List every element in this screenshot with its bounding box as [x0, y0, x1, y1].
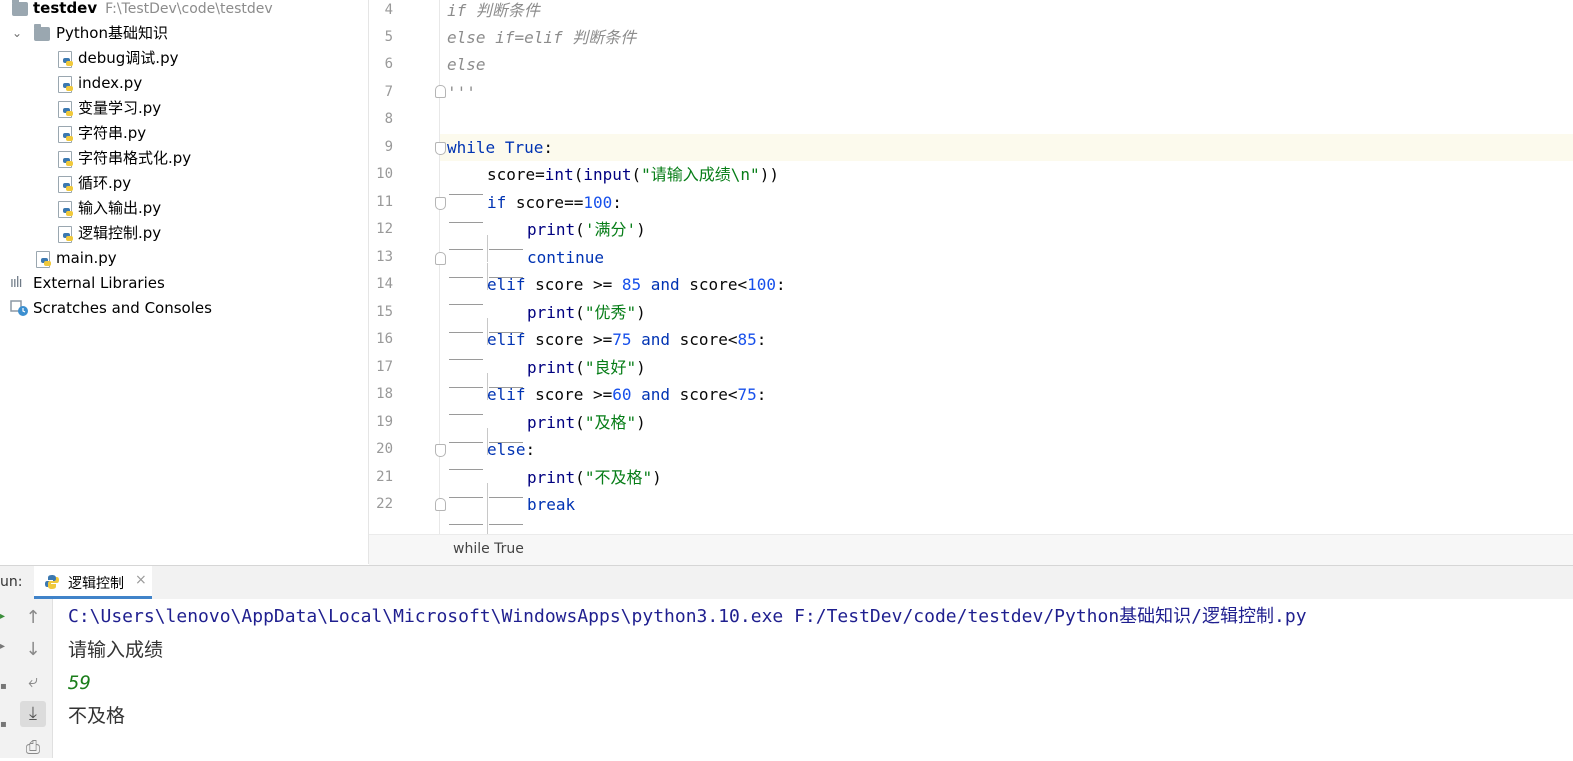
python-file-icon [58, 101, 73, 118]
line-number: 19 [376, 414, 393, 430]
python-icon [45, 575, 59, 589]
file-label: debug调试.py [78, 49, 179, 67]
file-label: 输入输出.py [78, 199, 162, 217]
project-tool-window: testdev F:\TestDev\code\testdev ⌄ Python基… [0, 0, 369, 564]
line-number: 9 [384, 139, 393, 155]
line-number: 4 [384, 2, 393, 18]
code-line-14[interactable]: elif score >= 85 and score<100: [447, 271, 786, 305]
breadcrumb-label[interactable]: while True [453, 541, 524, 557]
code-editor[interactable]: 4 5 6 7 8 9 10 11 12 13 14 15 16 17 18 1… [369, 0, 1573, 534]
folder-label: Python基础知识 [56, 24, 168, 42]
folder-icon [34, 24, 50, 41]
chevron-down-icon[interactable]: ⌄ [12, 21, 26, 46]
line-number: 18 [376, 386, 393, 402]
fold-marker-icon[interactable] [435, 197, 446, 210]
code-line-13[interactable]: continue [447, 244, 604, 290]
python-file-icon [58, 51, 73, 68]
line-number: 17 [376, 359, 393, 375]
python-file-icon [58, 126, 73, 143]
code-line-18[interactable]: elif score >=60 and score<75: [447, 381, 766, 415]
code-line-17[interactable]: print("良好") [447, 354, 646, 400]
console-output-line: 不及格 [68, 705, 126, 727]
arrow-down-icon[interactable]: ↓ [20, 637, 46, 663]
arrow-up-icon[interactable]: ↑ [20, 605, 46, 631]
libraries-icon: ıılı [10, 275, 23, 291]
code-line-10[interactable]: score=int(input("请输入成绩\n")) [447, 161, 779, 195]
python-file-icon [58, 76, 73, 93]
code-line-4[interactable]: if 判断条件 [447, 0, 540, 24]
python-file-icon [58, 226, 73, 243]
scroll-to-end-icon[interactable]: ⤓ [20, 701, 46, 727]
line-number: 20 [376, 441, 393, 457]
code-line-15[interactable]: print("优秀") [447, 299, 646, 345]
run-label: un: [0, 574, 23, 590]
line-number: 22 [376, 496, 393, 512]
line-number: 5 [384, 29, 393, 45]
tree-folder-python[interactable]: ⌄ Python基础知识 [0, 21, 368, 46]
run-tab-label: 逻辑控制 [68, 576, 124, 592]
current-line-highlight [440, 134, 1573, 161]
line-number: 7 [384, 84, 393, 100]
file-label: 逻辑控制.py [78, 224, 162, 242]
run-toolbar: ▸ ▸ ▪ ▪ ↑ ↓ ⤶ ⤓ ⎙ [0, 599, 53, 758]
fold-marker-icon[interactable] [435, 252, 446, 265]
python-file-icon [36, 251, 51, 268]
file-label: main.py [56, 249, 117, 267]
console-input-value: 59 [68, 672, 91, 694]
run-tab-logic-control[interactable]: 逻辑控制 × [34, 566, 152, 599]
line-number: 10 [376, 166, 393, 182]
code-line-11[interactable]: if score==100: [447, 189, 622, 223]
print-icon[interactable]: ⎙ [20, 735, 46, 761]
root-name: testdev [33, 0, 98, 17]
run-tool-window-header: un: 逻辑控制 × [0, 565, 1573, 600]
rerun-icon[interactable]: ▸ [0, 611, 5, 622]
fold-marker-icon[interactable] [435, 444, 446, 457]
external-libraries-label: External Libraries [33, 274, 165, 292]
file-label: 字符串.py [78, 124, 147, 142]
file-label: 字符串格式化.py [78, 149, 192, 167]
scratches-label: Scratches and Consoles [33, 299, 212, 317]
line-number: 6 [384, 56, 393, 72]
code-line-21[interactable]: print("不及格") [447, 464, 662, 510]
editor-breadcrumb[interactable]: while True [369, 534, 1573, 565]
line-number: 12 [376, 221, 393, 237]
root-path: F:\TestDev\code\testdev [105, 1, 273, 17]
code-line-12[interactable]: print('满分') [447, 216, 646, 262]
soft-wrap-icon[interactable]: ⤶ [20, 669, 46, 695]
code-line-5[interactable]: else if=elif 判断条件 [447, 24, 636, 51]
run-console[interactable]: C:\Users\lenovo\AppData\Local\Microsoft\… [53, 599, 1573, 758]
file-label: 变量学习.py [78, 99, 162, 117]
stop-icon[interactable]: ▪ [0, 681, 7, 692]
fold-marker-icon[interactable] [435, 85, 446, 98]
line-number: 21 [376, 469, 393, 485]
console-prompt-line: 请输入成绩 [68, 639, 164, 661]
fold-marker-icon[interactable] [435, 498, 446, 511]
line-number: 16 [376, 331, 393, 347]
file-label: 循环.py [78, 174, 132, 192]
close-icon[interactable]: × [135, 572, 147, 588]
fold-marker-icon[interactable] [435, 142, 446, 155]
code-line-6[interactable]: else [447, 51, 486, 78]
line-number: 11 [376, 194, 393, 210]
code-line-7[interactable]: ''' [447, 79, 476, 106]
python-file-icon [58, 201, 73, 218]
code-line-22[interactable]: break [447, 491, 575, 534]
code-line-20[interactable]: else: [447, 436, 535, 470]
line-number: 14 [376, 276, 393, 292]
code-line-19[interactable]: print("及格") [447, 409, 646, 455]
scratches-icon [10, 300, 28, 316]
line-number: 15 [376, 304, 393, 320]
file-label: index.py [78, 74, 143, 92]
restore-layout-icon[interactable]: ▪ [0, 719, 7, 730]
code-line-16[interactable]: elif score >=75 and score<85: [447, 326, 766, 360]
folder-icon [12, 0, 28, 16]
python-file-icon [58, 176, 73, 193]
console-command-line: C:\Users\lenovo\AppData\Local\Microsoft\… [68, 606, 1307, 627]
code-line-9[interactable]: while True: [447, 134, 553, 161]
line-number: 8 [384, 111, 393, 127]
line-number: 13 [376, 249, 393, 265]
python-file-icon [58, 151, 73, 168]
rerun-config-icon[interactable]: ▸ [0, 641, 5, 652]
